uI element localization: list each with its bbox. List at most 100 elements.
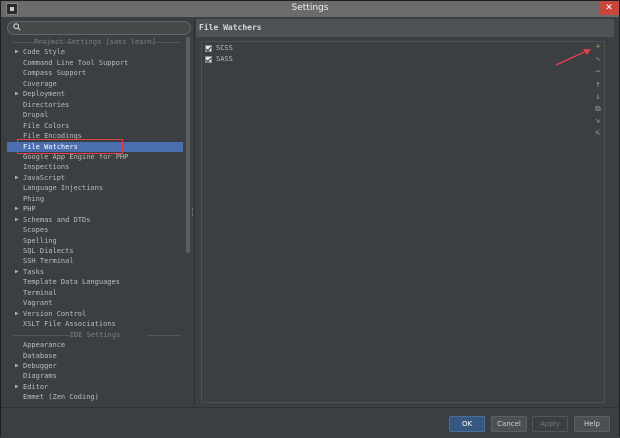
tree-item[interactable]: Diagrams (7, 371, 183, 381)
tree-item-label: Inspections (23, 163, 70, 172)
panel-header: File Watchers (196, 19, 614, 37)
apply-button[interactable]: Apply (532, 416, 568, 432)
tree-item[interactable]: Command Line Tool Support (7, 58, 183, 68)
remove-icon[interactable]: − (593, 67, 603, 77)
expand-arrow-icon[interactable]: ▶ (15, 173, 19, 183)
tree-item[interactable]: File Watchers (7, 141, 183, 152)
tree-item[interactable]: Drupal (7, 110, 183, 120)
watcher-label: SASS (216, 55, 233, 63)
tree-item[interactable]: Template Data Languages (7, 277, 183, 287)
tree-item-label: Database (23, 351, 57, 360)
tree-item-label: Vagrant (23, 299, 53, 308)
tree-item[interactable]: Vagrant (7, 298, 183, 308)
edit-icon[interactable]: ✎ (593, 54, 603, 64)
tree-section-header: Project Settings [sass learn] (7, 37, 183, 47)
tree-item-label: File Encodings (23, 132, 83, 141)
tree-item[interactable]: File Encodings (7, 131, 183, 141)
export-icon[interactable]: ⇱ (593, 128, 603, 138)
tree-item-label: Scopes (23, 226, 49, 235)
tree-item-label: Schemas and DTDs (23, 215, 91, 224)
tree-item[interactable]: ▶ Code Style (7, 47, 183, 57)
tree-item-label: Phing (23, 194, 45, 203)
expand-arrow-icon[interactable]: ▶ (15, 382, 19, 392)
expand-arrow-icon[interactable]: ▶ (15, 215, 19, 225)
tree-item-label: SQL Dialects (23, 247, 74, 255)
tree-item[interactable]: File Colors (7, 121, 183, 131)
checkbox-scss[interactable] (205, 45, 212, 52)
tree-item-label: Spelling (23, 236, 57, 245)
expand-arrow-icon[interactable]: ▶ (15, 47, 19, 57)
tree-item-label: SSH Terminal (23, 257, 74, 266)
tree-item[interactable]: SSH Terminal (7, 256, 183, 266)
tree-item-label: File Colors (23, 121, 70, 130)
tree-item-label: Directories (23, 100, 70, 109)
expand-arrow-icon[interactable]: ▶ (15, 267, 19, 277)
tree-item-label: Template Data Languages (23, 278, 120, 287)
tree-item[interactable]: XSLT File Associations (7, 319, 183, 329)
copy-icon[interactable]: ⧉ (593, 104, 603, 114)
tree-item-label: Code Style (23, 48, 66, 57)
tree-item[interactable]: ▶ PHP (7, 204, 183, 214)
expand-arrow-icon[interactable]: ▶ (15, 361, 19, 371)
tree-item[interactable]: Language Injections (7, 183, 183, 193)
tree-item[interactable]: Terminal (7, 288, 183, 298)
tree-item[interactable]: Phing (7, 194, 183, 204)
tree-item-label: Terminal (23, 288, 57, 297)
tree-item-label: Appearance (23, 341, 66, 350)
expand-arrow-icon[interactable]: ▶ (15, 204, 19, 214)
watchers-list: SCSS SASS (201, 41, 605, 403)
list-item[interactable]: SCSS (205, 43, 305, 54)
ok-button[interactable]: OK (449, 416, 485, 432)
tree-item-label: File Watchers (23, 142, 78, 151)
tree-item-label: Google App Engine for PHP (23, 152, 129, 161)
window-title: Settings (291, 3, 329, 13)
move-down-icon[interactable]: ↓ (593, 92, 603, 102)
tree-item-label: Tasks (23, 267, 45, 276)
tree-item[interactable]: Emmet (Zen Coding) (7, 392, 183, 402)
tree-scrollbar[interactable] (186, 37, 190, 253)
tree-item[interactable]: ▶ Deployment (7, 89, 183, 99)
tree-item[interactable]: Inspections (7, 162, 183, 172)
list-item[interactable]: SASS (205, 54, 305, 65)
import-icon[interactable]: ⇲ (593, 116, 603, 126)
tree-item[interactable]: ▶ Version Control (7, 309, 183, 319)
tree-item[interactable]: Google App Engine for PHP (7, 152, 183, 162)
help-button[interactable]: Help (574, 416, 610, 432)
tree-item-label: Command Line Tool Support (23, 58, 129, 67)
tree-item-label: Editor (23, 382, 49, 391)
tree-item-label: Version Control (23, 309, 87, 318)
tree-item-label: Debugger (23, 361, 57, 370)
tree-item[interactable]: ▶ Editor (7, 382, 183, 392)
expand-arrow-icon[interactable]: ▶ (15, 89, 19, 99)
tree-item-label: Emmet (Zen Coding) (23, 393, 99, 402)
settings-tree: Project Settings [sass learn] ▶ Code Style… (7, 37, 193, 405)
tree-item-label: JavaScript (23, 173, 66, 182)
settings-window: Settings ✕ Project Settings [sass learn]… (0, 0, 620, 438)
tree-item-label: Diagrams (23, 372, 57, 381)
tree-item[interactable]: ▶ Tasks (7, 267, 183, 277)
add-icon[interactable]: + (593, 42, 603, 52)
tree-item[interactable]: Compass Support (7, 68, 183, 78)
watcher-label: SCSS (216, 44, 233, 52)
tree-item[interactable]: Directories (7, 100, 183, 110)
tree-item[interactable]: Scopes (7, 225, 183, 235)
tree-item[interactable]: Spelling (7, 236, 183, 246)
tree-item[interactable]: ▶ Schemas and DTDs (7, 215, 183, 225)
tree-item[interactable]: Appearance (7, 340, 183, 350)
close-button[interactable]: ✕ (599, 1, 619, 15)
tree-item[interactable]: Database (7, 351, 183, 361)
tree-item[interactable]: SQL Dialects (7, 246, 183, 256)
search-input[interactable] (7, 21, 191, 35)
checkbox-sass[interactable] (205, 56, 212, 63)
move-up-icon[interactable]: ↑ (593, 80, 603, 90)
tree-item-label: Compass Support (23, 69, 87, 78)
tree-item-label: Drupal (23, 111, 49, 120)
tree-item-label: Coverage (23, 79, 57, 88)
tree-item[interactable]: ▶ Debugger (7, 361, 183, 371)
tree-item-label: PHP (23, 205, 36, 214)
splitter-handle[interactable] (192, 208, 195, 216)
tree-item[interactable]: Coverage (7, 79, 183, 89)
tree-item[interactable]: ▶ JavaScript (7, 173, 183, 183)
expand-arrow-icon[interactable]: ▶ (15, 309, 19, 319)
cancel-button[interactable]: Cancel (491, 416, 527, 432)
